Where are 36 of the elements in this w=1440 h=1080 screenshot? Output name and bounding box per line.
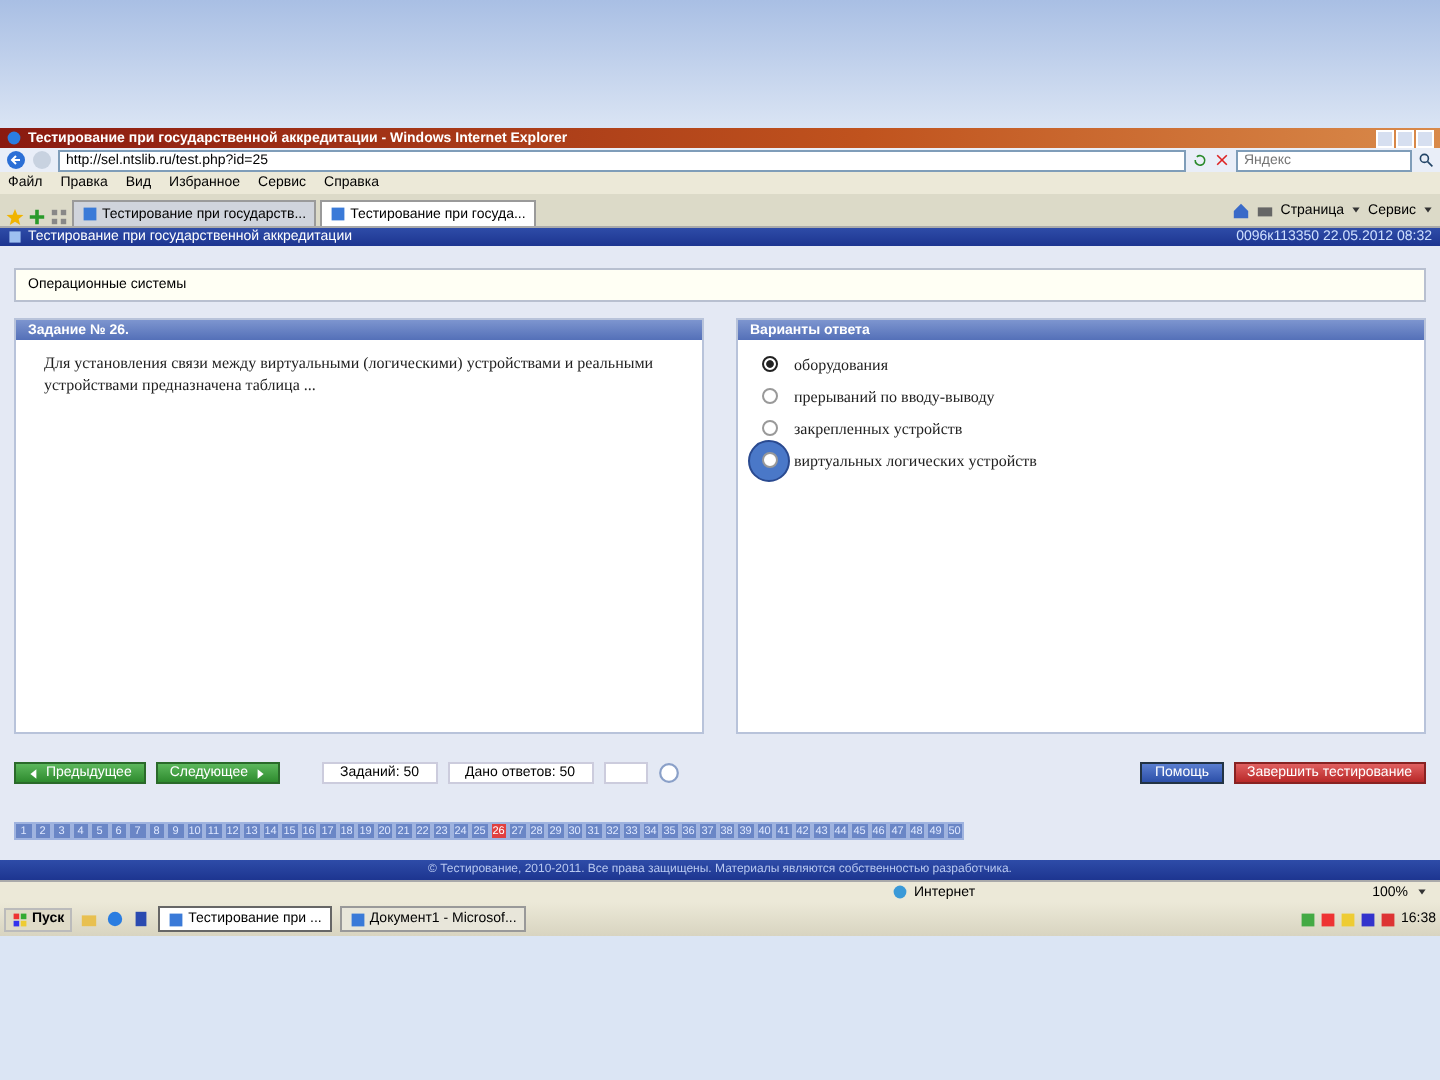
page-icon [82,206,98,222]
answer-option[interactable]: виртуальных логических устройств [794,451,1037,469]
dropdown-caret-icon [1350,204,1363,216]
folder-icon [80,910,99,928]
radio-button[interactable] [762,388,778,404]
maximize-button[interactable] [1396,129,1414,147]
circle-icon [657,762,679,784]
globe-icon [892,884,908,900]
home-icon [1232,201,1251,219]
window-icon [349,911,366,927]
document-icon [132,910,151,928]
answer-option[interactable]: оборудования [794,355,888,373]
window-icon [168,911,185,927]
add-favorite-icon [28,208,46,226]
stop-icon [1214,152,1230,168]
minimize-button[interactable] [1376,129,1394,147]
dropdown-caret-icon [1416,886,1428,898]
back-arrow-icon [6,150,26,170]
search-icon [1418,152,1434,168]
close-button[interactable] [1416,129,1434,147]
windows-logo-icon [12,911,28,927]
left-arrow-icon [28,767,40,779]
radio-button[interactable] [762,356,778,372]
answer-option[interactable]: закрепленных устройств [794,419,963,437]
dropdown-caret-icon [1422,204,1434,216]
question-text: Для установления связи между виртуальными (логическими) устройствами и реальными устройствами предназначена таблица ... [42,352,656,398]
radio-button[interactable] [762,420,778,436]
page-icon [330,206,347,222]
tab-list-icon [50,208,68,226]
refresh-icon [1192,152,1208,168]
blank-field [603,762,647,784]
answer-option[interactable]: прерываний по вводу-выводу [794,387,995,405]
page-icon [8,230,22,244]
star-icon [6,208,24,226]
ie-logo-icon [6,130,22,146]
right-arrow-icon [254,767,267,779]
